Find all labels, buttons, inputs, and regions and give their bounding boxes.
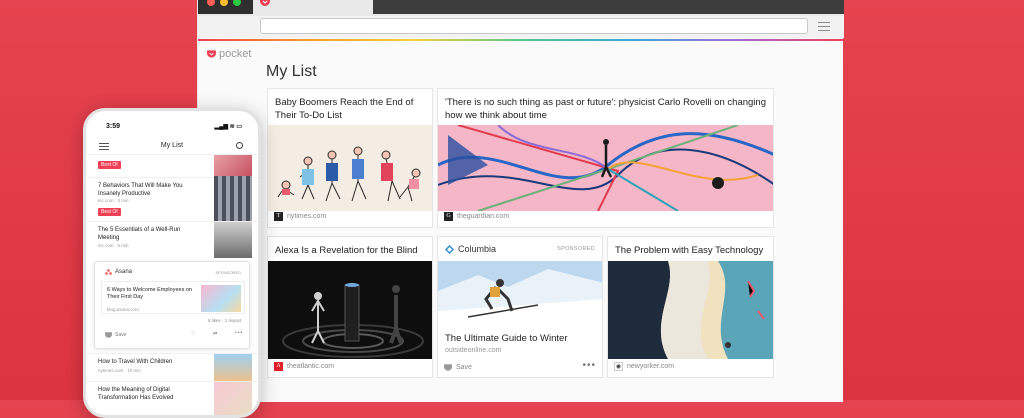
item-meta: inc.com · 3 min [98,198,129,203]
article-thumbnail [214,222,252,258]
search-icon[interactable] [236,142,243,149]
status-bar: 3:59 ▂▄▆ ≋ ▭ [86,111,258,133]
status-icons: ▂▄▆ ≋ ▭ [214,124,242,130]
status-time: 3:59 [106,123,121,130]
save-button[interactable]: Save [444,364,472,371]
article-thumbnail [214,176,252,222]
pocket-save-icon [444,364,452,371]
list-item[interactable]: How to Travel With Children nytimes.com … [86,353,258,382]
maximize-window-button[interactable] [233,0,241,6]
pocket-logo-text: pocket [219,48,252,60]
pocket-logo-icon [207,50,216,58]
article-title[interactable]: Baby Boomers Reach the End of Their To-D… [275,96,426,122]
list-item[interactable]: How the Meaning of Digital Transformatio… [86,381,258,415]
article-image [268,261,432,359]
pocket-save-icon [105,332,112,338]
sponsor-brand[interactable]: Asana [105,269,132,275]
item-title: How to Travel With Children [98,359,173,365]
pocket-tab-icon[interactable] [260,0,270,6]
likes-count: 8 likes · 1 repost [207,318,241,323]
app-header: My List [86,137,258,155]
asana-logo-icon [105,269,112,275]
article-source[interactable]: outsideonline.com [445,347,501,354]
article-title[interactable]: Alexa Is a Revelation for the Blind [275,244,426,257]
sponsored-card[interactable]: Columbia SPONSORED The Ultimate Guide to… [437,236,603,378]
article-thumbnail [214,382,252,415]
hamburger-menu-icon[interactable] [818,22,830,31]
list-item[interactable]: 7 Behaviors That Will Make You Insanely … [86,176,258,222]
save-label: Save [456,364,472,371]
article-card[interactable]: Baby Boomers Reach the End of Their To-D… [267,88,433,228]
nytimes-favicon: T [274,212,283,221]
article-card[interactable]: The Problem with Easy Technology ◉ newyo… [607,236,774,378]
heart-icon[interactable]: ♡ [191,331,195,337]
title-bar [198,0,844,16]
dark-tab-strip [373,0,844,14]
app-title: My List [160,142,184,149]
item-actions: Save ♡ ⇄ ••• [105,330,243,342]
window-controls [198,0,253,14]
save-button[interactable]: Save [105,332,126,338]
more-options-button[interactable]: ••• [582,360,596,371]
article-title[interactable]: The Ultimate Guide to Winter [445,333,568,344]
pocket-logo[interactable]: pocket [207,48,251,60]
best-of-badge: Best Of [98,161,121,169]
article-source[interactable]: G theguardian.com [444,212,509,221]
article-card[interactable]: Alexa Is a Revelation for the Blind A th… [267,236,433,378]
article-image [438,125,773,211]
source-text: theatlantic.com [287,363,335,370]
close-window-button[interactable] [207,0,215,6]
item-title: The 5 Essentials of a Well-Run Meeting [98,227,181,241]
item-meta: inc.com · 5 min [98,243,129,248]
item-title: 7 Behaviors That Will Make You Insanely … [98,183,183,197]
article-source[interactable]: ◉ newyorker.com [614,362,674,371]
sponsored-label: SPONSORED [557,246,595,252]
article-source[interactable]: T nytimes.com [274,212,326,221]
sponsor-brand[interactable]: Columbia [445,244,496,254]
sponsored-card[interactable]: Asana SPONSORED 6 Ways to Welcome Employ… [94,261,250,349]
item-meta: nytimes.com · 10 min [98,368,141,373]
article-thumbnail [201,285,241,312]
browser-toolbar [198,16,844,38]
source-text: newyorker.com [627,363,675,370]
newyorker-favicon: ◉ [614,362,623,371]
minimize-window-button[interactable] [220,0,228,6]
article-image [268,125,432,211]
more-options-icon[interactable]: ••• [235,330,243,336]
guardian-favicon: G [444,212,453,221]
columbia-logo-icon [445,244,454,254]
phone-mockup: 3:59 ▂▄▆ ≋ ▭ My List Best Of 7 Behaviors… [83,108,261,418]
browser-window: pocket My List Baby Boomers Reach the En… [197,0,844,402]
article-title[interactable]: 'There is no such thing as past or futur… [445,96,767,122]
atlantic-favicon: A [274,362,283,371]
repost-icon[interactable]: ⇄ [213,331,217,337]
sponsor-name: Columbia [458,244,497,254]
sponsor-name: Asana [115,269,133,275]
source-text: theguardian.com [457,213,510,220]
address-bar[interactable] [260,18,808,34]
item-meta: blog.asana.com [107,307,139,312]
article-card[interactable]: 'There is no such thing as past or futur… [437,88,774,228]
save-label: Save [115,332,127,338]
list-item[interactable]: The 5 Essentials of a Well-Run Meeting i… [86,221,258,258]
sponsored-article[interactable]: 6 Ways to Welcome Employees on Their Fir… [101,281,245,314]
source-text: nytimes.com [287,213,327,220]
article-image [608,261,773,359]
article-image [438,261,602,325]
rainbow-divider [198,39,844,41]
best-of-badge: Best Of [98,208,121,216]
page-title: My List [266,63,317,80]
article-source[interactable]: A theatlantic.com [274,362,334,371]
sponsored-label: SPONSORED [215,270,241,275]
article-title[interactable]: The Problem with Easy Technology [615,244,767,257]
article-thumbnail [214,354,252,382]
item-title: 6 Ways to Welcome Employees on Their Fir… [107,287,192,300]
